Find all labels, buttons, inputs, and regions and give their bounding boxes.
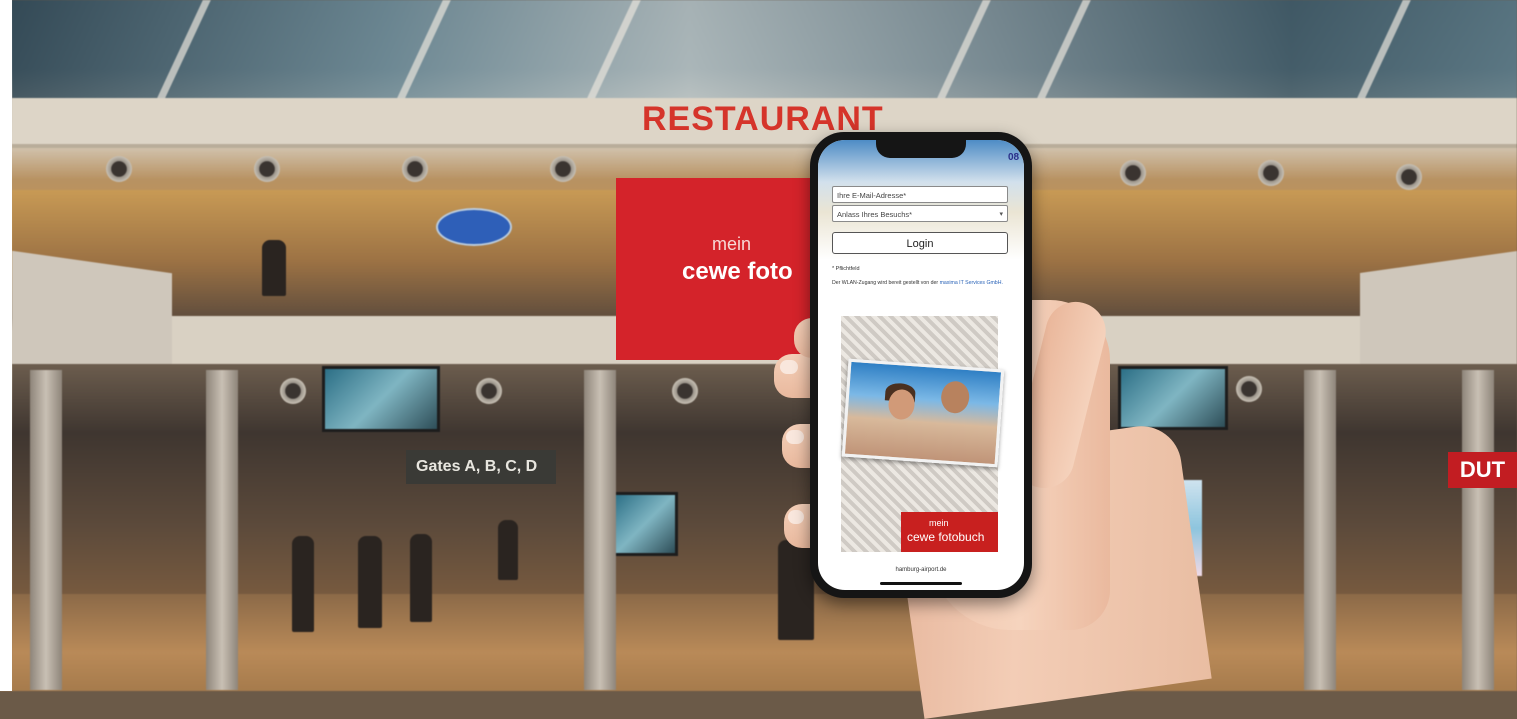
phone-notch bbox=[876, 140, 966, 158]
blue-sign bbox=[436, 208, 512, 246]
spotlight bbox=[106, 156, 132, 182]
spotlight bbox=[280, 378, 306, 404]
face bbox=[887, 388, 916, 421]
fingernail bbox=[786, 430, 804, 444]
spotlight bbox=[254, 156, 280, 182]
left-margin bbox=[0, 0, 12, 691]
home-indicator[interactable] bbox=[880, 582, 962, 585]
pillar bbox=[30, 370, 62, 690]
wlan-notice: Der WLAN-Zugang wird bereit gestellt von… bbox=[832, 280, 1010, 287]
cewe-banner: mein cewe foto bbox=[616, 178, 812, 360]
spotlight bbox=[1120, 160, 1146, 186]
spotlight bbox=[672, 378, 698, 404]
wlan-text: Der WLAN-Zugang wird bereit gestellt von… bbox=[832, 280, 939, 286]
visit-reason-label: Anlass Ihres Besuchs* bbox=[837, 210, 913, 219]
phone-screen: 08 Ihre E-Mail-Adresse* Anlass Ihres Bes… bbox=[818, 140, 1024, 590]
email-field[interactable]: Ihre E-Mail-Adresse* bbox=[832, 186, 1008, 203]
face bbox=[940, 380, 971, 415]
cewe-advertisement[interactable]: mein cewe fotobuch bbox=[841, 316, 1005, 552]
pillar bbox=[584, 370, 616, 690]
spotlight bbox=[550, 156, 576, 182]
pillar bbox=[1304, 370, 1336, 690]
ad-mein-text: mein bbox=[929, 518, 949, 528]
duty-free-sign: DUT bbox=[1448, 452, 1517, 488]
cewe-logo: mein cewe fotobuch bbox=[901, 512, 998, 552]
provider-link[interactable]: maxima IT Services GmbH. bbox=[940, 280, 1003, 286]
person bbox=[498, 520, 518, 580]
person bbox=[778, 540, 814, 640]
info-screen bbox=[1118, 366, 1228, 430]
person bbox=[358, 536, 382, 628]
fingernail bbox=[788, 510, 804, 524]
info-screen bbox=[612, 492, 678, 556]
pillar bbox=[1462, 370, 1494, 690]
login-button[interactable]: Login bbox=[832, 232, 1008, 254]
ad-brand-text: cewe fotobuch bbox=[907, 530, 985, 544]
email-placeholder: Ihre E-Mail-Adresse* bbox=[837, 191, 907, 200]
fingernail bbox=[780, 360, 798, 374]
url-bar[interactable]: hamburg-airport.de bbox=[818, 564, 1024, 576]
person bbox=[292, 536, 314, 632]
visit-reason-select[interactable]: Anlass Ihres Besuchs* ▾ bbox=[832, 205, 1008, 222]
spotlight bbox=[1258, 160, 1284, 186]
banner-mein-text: mein bbox=[712, 234, 752, 254]
spotlight bbox=[402, 156, 428, 182]
spotlight bbox=[1236, 376, 1262, 402]
chevron-down-icon: ▾ bbox=[999, 211, 1003, 218]
pillar bbox=[206, 370, 238, 690]
person bbox=[262, 240, 286, 296]
person bbox=[410, 534, 432, 622]
couple-photo bbox=[841, 358, 1005, 468]
info-screen bbox=[322, 366, 440, 432]
gates-sign: Gates A, B, C, D bbox=[406, 450, 556, 484]
spotlight bbox=[476, 378, 502, 404]
header-logo-text: 08 bbox=[1008, 152, 1020, 163]
required-note: * Pflichtfeld bbox=[832, 266, 860, 272]
glass-ceiling bbox=[12, 0, 1517, 98]
banner-brand-text: cewe foto bbox=[682, 258, 793, 285]
spotlight bbox=[1396, 164, 1422, 190]
smartphone: 08 Ihre E-Mail-Adresse* Anlass Ihres Bes… bbox=[810, 132, 1032, 598]
